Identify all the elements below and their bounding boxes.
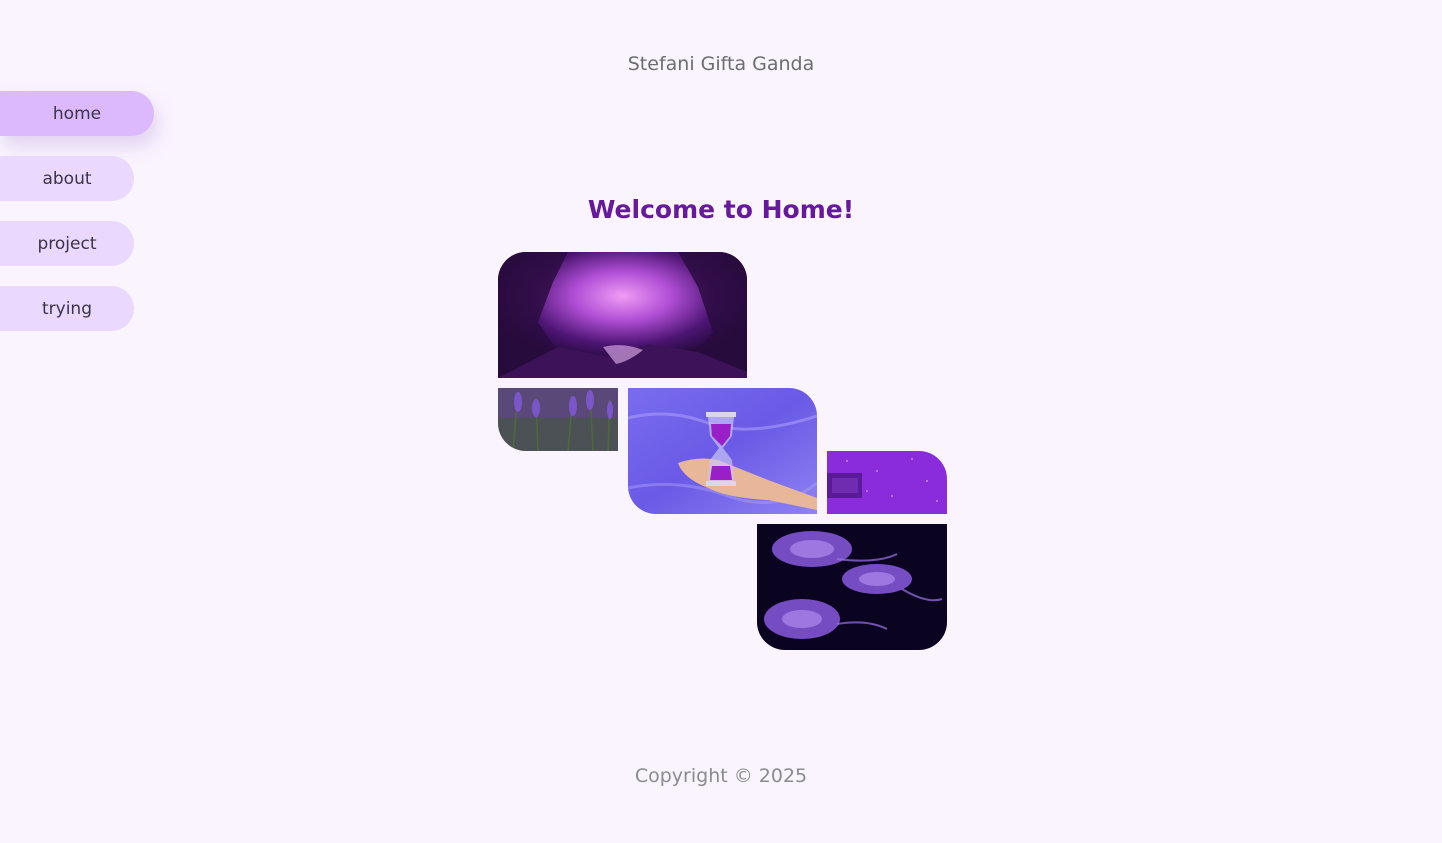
purple-night-scene-photo xyxy=(827,451,947,514)
nav-item-label: project xyxy=(37,233,97,254)
nav-item-label: home xyxy=(52,103,102,124)
lavender-flowers-photo xyxy=(498,388,618,451)
purple-cave-photo xyxy=(498,252,747,378)
page-heading: Welcome to Home! xyxy=(587,195,855,224)
jellyfish-photo xyxy=(757,524,947,650)
nav-item-home[interactable]: home xyxy=(0,91,154,136)
nav-item-trying[interactable]: trying xyxy=(0,286,134,331)
nav-item-label: trying xyxy=(41,298,92,319)
site-name: Stefani Gifta Ganda xyxy=(627,53,815,75)
copyright-footer: Copyright © 2025 xyxy=(634,765,808,787)
hand-holding-hourglass-photo xyxy=(628,388,817,514)
nav-item-label: about xyxy=(42,168,92,189)
nav-item-project[interactable]: project xyxy=(0,221,134,266)
